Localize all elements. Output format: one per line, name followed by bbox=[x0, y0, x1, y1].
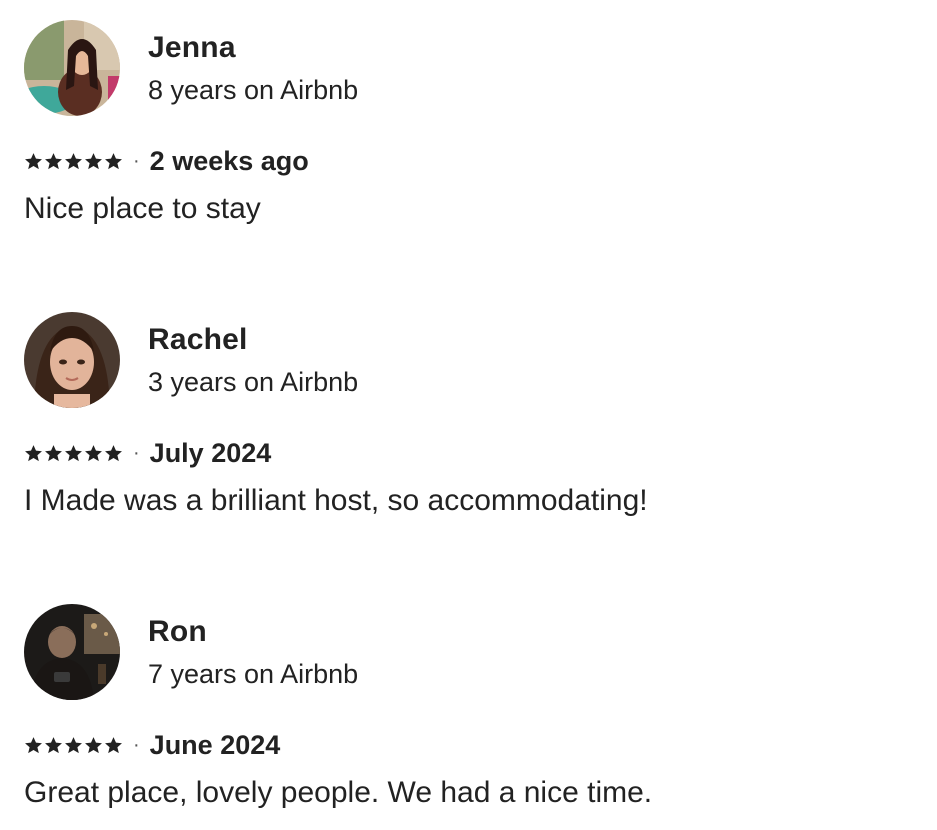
separator-dot: · bbox=[133, 442, 140, 464]
star-icon bbox=[45, 152, 62, 169]
star-icon bbox=[25, 736, 42, 753]
reviewer-tenure: 3 years on Airbnb bbox=[148, 367, 359, 397]
review-date: July 2024 bbox=[149, 438, 272, 468]
star-icon bbox=[85, 444, 102, 461]
review-item: Jenna 8 years on Airbnb · 2 weeks ago Ni… bbox=[24, 20, 914, 230]
star-icon bbox=[45, 736, 62, 753]
review-item: Ron 7 years on Airbnb · June 2024 Great … bbox=[24, 604, 914, 814]
review-date: 2 weeks ago bbox=[149, 146, 309, 176]
star-rating bbox=[24, 444, 123, 463]
avatar-photo-icon bbox=[24, 312, 120, 408]
star-icon bbox=[65, 444, 82, 461]
star-icon bbox=[105, 736, 122, 753]
review-text: Nice place to stay bbox=[24, 192, 261, 225]
star-icon bbox=[105, 444, 122, 461]
reviewer-tenure: 7 years on Airbnb bbox=[148, 659, 359, 689]
star-icon bbox=[85, 152, 102, 169]
star-icon bbox=[65, 736, 82, 753]
reviewer-header: Rachel 3 years on Airbnb bbox=[24, 312, 914, 408]
reviewer-avatar[interactable] bbox=[24, 312, 120, 408]
rating-line: · 2 weeks ago bbox=[24, 144, 309, 178]
reviews-list: Jenna 8 years on Airbnb · 2 weeks ago Ni… bbox=[0, 0, 937, 830]
avatar-photo-icon bbox=[24, 20, 120, 116]
star-icon bbox=[105, 152, 122, 169]
star-icon bbox=[25, 444, 42, 461]
avatar-photo-icon bbox=[24, 604, 120, 700]
reviewer-header: Ron 7 years on Airbnb bbox=[24, 604, 914, 700]
reviewer-name[interactable]: Rachel bbox=[148, 322, 248, 358]
star-icon bbox=[65, 152, 82, 169]
reviewer-tenure: 8 years on Airbnb bbox=[148, 75, 359, 105]
star-icon bbox=[25, 152, 42, 169]
rating-line: · June 2024 bbox=[24, 728, 280, 762]
review-date: June 2024 bbox=[149, 730, 281, 760]
star-icon bbox=[45, 444, 62, 461]
star-rating bbox=[24, 152, 123, 171]
separator-dot: · bbox=[133, 150, 140, 172]
reviewer-avatar[interactable] bbox=[24, 604, 120, 700]
reviewer-name[interactable]: Jenna bbox=[148, 30, 236, 66]
star-icon bbox=[85, 736, 102, 753]
review-item: Rachel 3 years on Airbnb · July 2024 I M… bbox=[24, 312, 914, 522]
rating-line: · July 2024 bbox=[24, 436, 271, 470]
review-text: Great place, lovely people. We had a nic… bbox=[24, 776, 653, 809]
review-text: I Made was a brilliant host, so accommod… bbox=[24, 484, 648, 517]
separator-dot: · bbox=[133, 734, 140, 756]
reviewer-header: Jenna 8 years on Airbnb bbox=[24, 20, 914, 116]
star-rating bbox=[24, 736, 123, 755]
reviewer-avatar[interactable] bbox=[24, 20, 120, 116]
reviewer-name[interactable]: Ron bbox=[148, 614, 207, 650]
